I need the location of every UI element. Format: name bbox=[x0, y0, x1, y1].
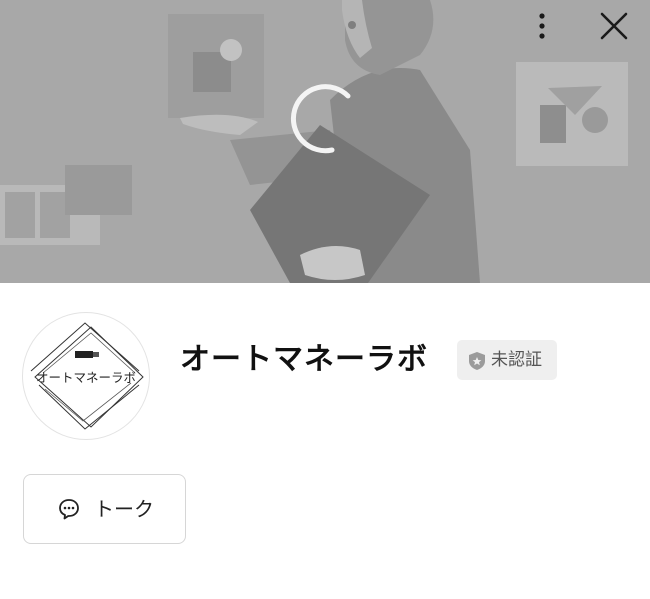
verification-badge[interactable]: 未認証 bbox=[457, 340, 557, 380]
talk-button[interactable]: トーク bbox=[23, 474, 186, 544]
avatar[interactable]: オートマネーラボ bbox=[22, 312, 150, 440]
more-options-button[interactable] bbox=[524, 6, 560, 46]
close-button[interactable] bbox=[594, 6, 634, 46]
cover-image bbox=[0, 0, 650, 283]
talk-button-label: トーク bbox=[94, 497, 154, 521]
close-icon bbox=[600, 12, 628, 40]
badge-label: 未認証 bbox=[491, 350, 542, 370]
account-name: オートマネーラボ bbox=[180, 342, 428, 377]
chat-bubble-icon bbox=[59, 499, 79, 520]
avatar-text: オートマネーラボ bbox=[35, 370, 136, 385]
shield-star-icon bbox=[469, 352, 485, 370]
profile-screen: オートマネーラボ オートマネーラボ 未認証 トーク bbox=[0, 0, 650, 599]
vertical-ellipsis-icon bbox=[539, 13, 545, 39]
